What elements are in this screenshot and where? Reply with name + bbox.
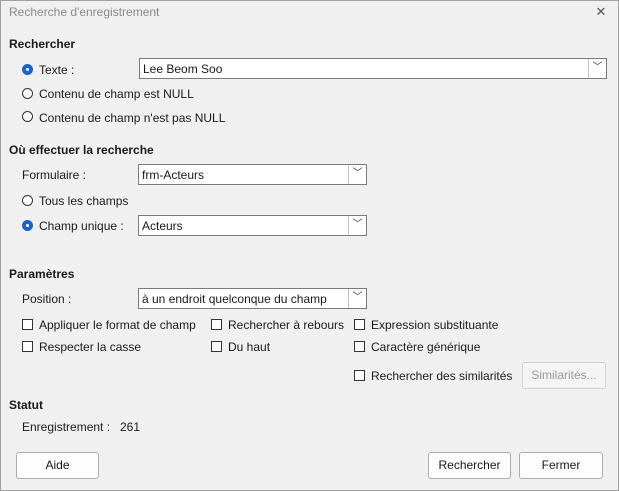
dialog-title: Recherche d'enregistrement (9, 5, 160, 19)
radio-all-fields-label: Tous les champs (39, 194, 129, 208)
title-bar: Recherche d'enregistrement ✕ (1, 1, 618, 23)
match-case-label: Respecter la casse (39, 340, 142, 354)
radio-null[interactable] (22, 88, 33, 99)
chevron-down-icon[interactable]: ﹀ (348, 216, 366, 235)
chevron-down-icon[interactable]: ﹀ (588, 59, 606, 78)
search-section-heading: Rechercher (9, 37, 76, 51)
chevron-down-icon[interactable]: ﹀ (348, 165, 366, 184)
search-button[interactable]: Rechercher (428, 452, 511, 479)
status-section-heading: Statut (9, 398, 43, 412)
similarities-button[interactable]: Similarités... (522, 362, 606, 389)
apply-format-checkbox[interactable] (22, 319, 33, 330)
regex-label: Expression substituante (371, 318, 499, 332)
position-value: à un endroit quelconque du champ (142, 292, 327, 306)
search-backwards-checkbox[interactable] (211, 319, 222, 330)
wildcard-label: Caractère générique (371, 340, 481, 354)
record-label: Enregistrement : (22, 420, 111, 434)
params-section-heading: Paramètres (9, 267, 75, 281)
help-button[interactable]: Aide (16, 452, 99, 479)
radio-text-label: Texte : (39, 63, 75, 77)
position-combo[interactable]: à un endroit quelconque du champ ﹀ (138, 288, 367, 309)
form-label: Formulaire : (22, 168, 87, 182)
regex-checkbox[interactable] (354, 319, 365, 330)
radio-not-null[interactable] (22, 111, 33, 122)
radio-null-label: Contenu de champ est NULL (39, 87, 194, 101)
radio-single-field-label: Champ unique : (39, 219, 124, 233)
radio-not-null-label: Contenu de champ n'est pas NULL (39, 111, 226, 125)
match-case-checkbox[interactable] (22, 341, 33, 352)
search-text-combo[interactable]: Lee Beom Soo ﹀ (139, 58, 607, 79)
where-section-heading: Où effectuer la recherche (9, 143, 154, 157)
single-field-value: Acteurs (142, 219, 183, 233)
close-button[interactable]: Fermer (519, 452, 603, 479)
similarity-checkbox[interactable] (354, 370, 365, 381)
close-icon[interactable]: ✕ (592, 3, 610, 21)
position-label: Position : (22, 292, 72, 306)
wildcard-checkbox[interactable] (354, 341, 365, 352)
record-value: 261 (120, 420, 141, 434)
single-field-combo[interactable]: Acteurs ﹀ (138, 215, 367, 236)
search-text-value: Lee Beom Soo (143, 62, 223, 76)
form-combo[interactable]: frm-Acteurs ﹀ (138, 164, 367, 185)
search-record-dialog: Recherche d'enregistrement ✕ Rechercher … (0, 0, 619, 491)
radio-single-field[interactable] (22, 220, 33, 231)
from-top-label: Du haut (228, 340, 271, 354)
similarity-label: Rechercher des similarités (371, 369, 513, 383)
apply-format-label: Appliquer le format de champ (39, 318, 196, 332)
chevron-down-icon[interactable]: ﹀ (348, 289, 366, 308)
search-backwards-label: Rechercher à rebours (228, 318, 345, 332)
radio-text[interactable] (22, 64, 33, 75)
radio-all-fields[interactable] (22, 195, 33, 206)
from-top-checkbox[interactable] (211, 341, 222, 352)
form-value: frm-Acteurs (142, 168, 205, 182)
